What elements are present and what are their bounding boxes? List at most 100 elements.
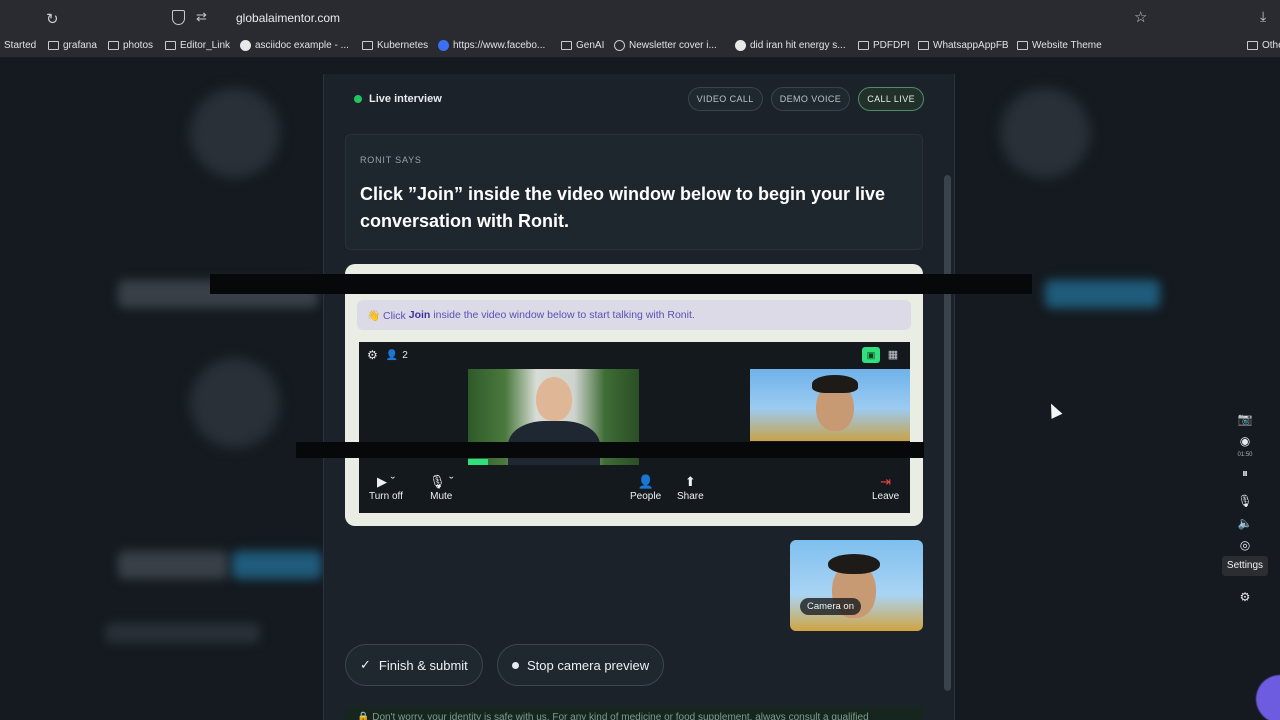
people-button[interactable]: 👤 People [630, 473, 661, 502]
blurred-avatar [190, 358, 280, 448]
bookmark-item[interactable]: photos [108, 40, 153, 51]
people-label: People [630, 491, 662, 502]
bookmark-label: grafana [63, 40, 97, 51]
grid-view-icon[interactable]: ▦ [886, 347, 900, 363]
blurred-button [1045, 280, 1160, 308]
settings-tooltip: Settings [1222, 556, 1268, 576]
blurred-button [232, 551, 322, 579]
google-icon [735, 40, 746, 51]
bookmark-label: PDFDPI [873, 40, 910, 51]
check-icon: ✓ [360, 657, 371, 672]
bookmark-label: Newsletter cover i... [629, 40, 717, 51]
interviewer-message: Click ”Join” inside the video window bel… [360, 184, 886, 231]
folder-icon [165, 41, 176, 50]
folder-icon [561, 41, 572, 50]
leave-call-button[interactable]: ⇥ Leave [872, 473, 899, 502]
bookmark-label: Website Theme [1032, 40, 1102, 51]
call-settings-gear-icon[interactable]: ⚙ [367, 348, 378, 362]
bookmark-item[interactable]: Kubernetes [362, 40, 428, 51]
folder-icon [362, 41, 373, 50]
microphone-icon[interactable]: 🎙 [1233, 494, 1257, 508]
bookmark-item[interactable]: https://www.facebo... [438, 40, 545, 51]
reload-icon[interactable]: ↻ [46, 10, 59, 28]
bookmark-item[interactable]: asciidoc example - ... [240, 40, 349, 51]
camera-on-badge: Camera on [800, 598, 861, 615]
finish-submit-label: Finish & submit [378, 657, 468, 673]
live-label: Live interview [369, 93, 442, 105]
speaker-view-icon[interactable]: ▣ [862, 347, 880, 363]
stop-camera-label: Stop camera preview [527, 657, 650, 673]
join-hint-banner: 👋 Click Join inside the video window bel… [357, 300, 911, 330]
person-icon: 👤 [385, 349, 399, 361]
participant-count[interactable]: 👤 2 [386, 350, 408, 361]
bookmark-label: did iran hit energy s... [750, 40, 846, 51]
bookmark-label: Started [4, 40, 37, 51]
overlay-bar [296, 442, 924, 458]
mute-button[interactable]: 🎙 ˇ Mute [429, 473, 453, 502]
settings-gear-icon[interactable]: ⚙ [1233, 590, 1257, 604]
mute-label: Mute [430, 491, 453, 502]
mode-call-live-button[interactable]: CALL LIVE [858, 87, 924, 111]
bookmark-item[interactable]: did iran hit energy s... [735, 40, 846, 51]
share-button[interactable]: ⬆ Share [677, 473, 704, 502]
folder-icon [108, 41, 119, 50]
speaker-icon[interactable]: 🔈 [1233, 516, 1257, 530]
bookmark-item[interactable]: WhatsappAppFB [918, 40, 1009, 51]
overlay-bar [210, 274, 1032, 294]
folder-icon [1247, 41, 1258, 50]
camera-preview: Camera on [790, 540, 923, 631]
live-indicator-dot [354, 95, 362, 103]
facebook-icon [438, 40, 449, 51]
bookmark-item[interactable]: Website Theme [1017, 40, 1102, 51]
bookmark-item[interactable]: Newsletter cover i... [614, 40, 717, 51]
pause-icon[interactable]: ⏸ [1233, 466, 1257, 481]
download-icon[interactable]: ⤓ [1260, 8, 1266, 25]
blurred-avatar [1000, 88, 1090, 178]
globe-icon [614, 40, 625, 51]
address-bar[interactable]: globalaimentor.com [236, 11, 340, 25]
camera-icon[interactable]: 📷 [1233, 412, 1257, 426]
bookmark-item[interactable]: PDFDPI [858, 40, 910, 51]
permissions-icon[interactable]: ⇄ [196, 9, 207, 25]
turn-off-label: Turn off [369, 491, 403, 502]
bookmark-star-icon[interactable]: ☆ [1134, 8, 1147, 26]
privacy-note: 🔒 Don't worry, your identity is safe wit… [345, 706, 923, 720]
bookmark-label: asciidoc example - ... [255, 40, 349, 51]
webcam-icon[interactable]: ◎ [1233, 538, 1257, 552]
blurred-avatar [190, 88, 280, 178]
stop-camera-preview-button[interactable]: Stop camera preview [497, 644, 665, 686]
panel-scrollbar[interactable] [944, 175, 951, 691]
bookmark-item[interactable]: GenAI [561, 40, 604, 51]
google-icon [240, 40, 251, 51]
leave-label: Leave [872, 491, 900, 502]
participant-count-value: 2 [402, 349, 408, 361]
self-hair [812, 375, 858, 393]
bookmark-item[interactable]: Editor_Link [165, 40, 230, 51]
hint-prefix: 👋 Click [367, 309, 406, 322]
speaker-label: RONIT SAYS [360, 155, 422, 165]
lock-icon: 🔒 [357, 712, 373, 720]
share-label: Share [677, 491, 704, 502]
preview-hair [828, 554, 880, 574]
recording-timer: 01:50 [1237, 452, 1253, 458]
interview-panel: Live interview VIDEO CALL DEMO VOICE CAL… [323, 74, 955, 720]
bookmark-item[interactable]: Othe [1247, 40, 1280, 51]
bookmark-label: https://www.facebo... [453, 40, 546, 51]
blurred-heading [105, 623, 260, 643]
bookmark-label: GenAI [576, 40, 605, 51]
participant-face [536, 377, 572, 421]
bookmark-label: Kubernetes [377, 40, 429, 51]
record-icon[interactable]: ◉ [1233, 434, 1257, 448]
turn-off-camera-button[interactable]: ▶ ˇ Turn off [369, 473, 403, 502]
shield-icon[interactable] [172, 10, 185, 25]
privacy-note-text: Don't worry, your identity is safe with … [372, 712, 869, 720]
finish-submit-button[interactable]: ✓ Finish & submit [345, 644, 483, 686]
bookmark-label: photos [123, 40, 154, 51]
call-stage: ⚙ 👤 2 ▣ ▦ ▶ ˇ Turn off 🎙 ˇ Mute 👤 People… [359, 342, 910, 513]
bookmark-item[interactable]: Started [4, 40, 36, 51]
interviewer-message-card: RONIT SAYS Click ”Join” inside the video… [345, 134, 923, 250]
bookmark-item[interactable]: grafana [48, 40, 97, 51]
video-call-window: 👋 Click Join inside the video window bel… [345, 264, 923, 526]
mode-video-call-button[interactable]: VIDEO CALL [687, 87, 763, 111]
mode-demo-voice-button[interactable]: DEMO VOICE [770, 87, 851, 111]
